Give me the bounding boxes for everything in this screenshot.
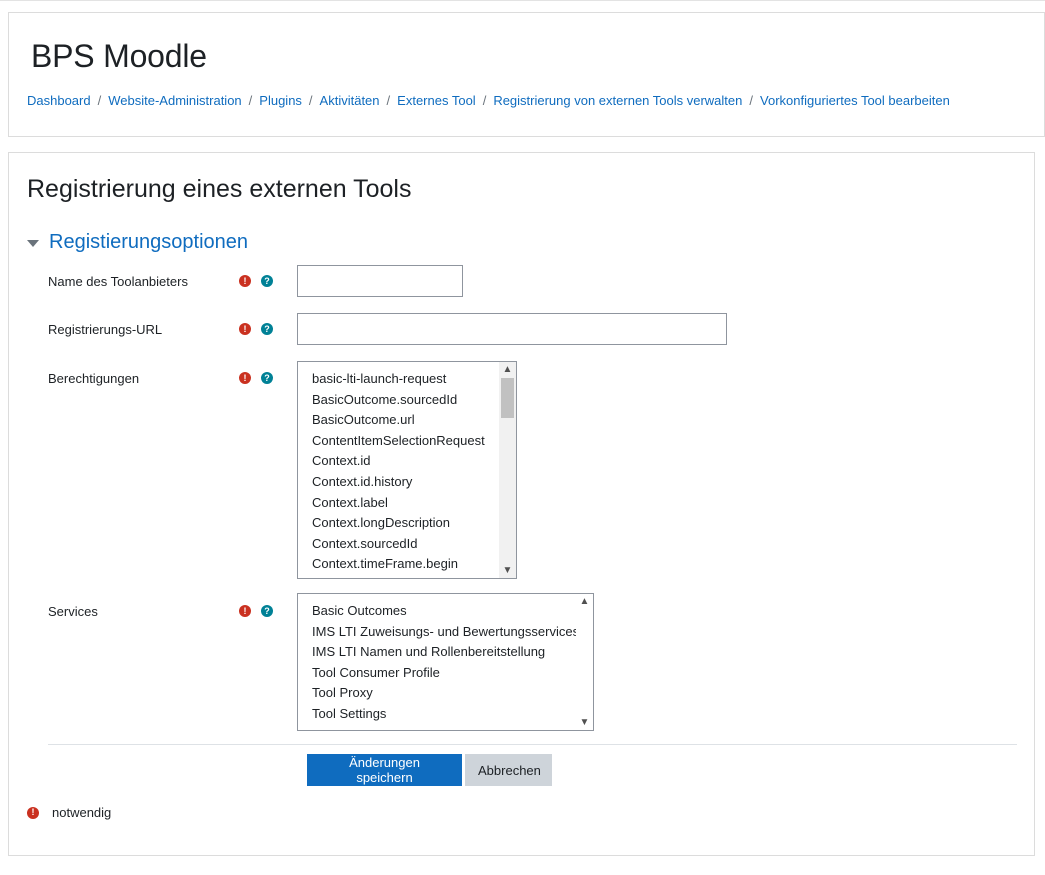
field-icons: ! ? [239,372,273,384]
page-heading: Registrierung eines externen Tools [27,175,412,203]
capabilities-select[interactable]: basic-lti-launch-request BasicOutcome.so… [297,361,517,579]
site-title: BPS Moodle [31,38,207,74]
chevron-down-icon[interactable]: ▼ [579,717,590,728]
list-item[interactable]: Context.longDescription [298,513,516,534]
tool-provider-name-input[interactable] [297,265,463,297]
breadcrumb-manage-tool-registrations[interactable]: Registrierung von externen Tools verwalt… [493,93,742,108]
breadcrumb-separator: / [248,93,253,108]
question-circle-icon[interactable]: ? [261,605,273,617]
chevron-up-icon[interactable]: ▲ [502,364,513,375]
required-legend-text: notwendig [52,805,112,820]
scrollbar[interactable]: ▲ ▼ [576,594,593,730]
breadcrumb-dashboard[interactable]: Dashboard [27,93,91,108]
page-header: BPS Moodle Dashboard / Website-Administr… [8,12,1045,137]
required-legend: ! notwendig [27,805,111,820]
field-label: Services [48,604,98,619]
breadcrumb-activities[interactable]: Aktivitäten [320,93,380,108]
field-icons: ! ? [239,323,273,335]
exclamation-circle-icon: ! [239,605,251,617]
exclamation-circle-icon: ! [27,806,39,819]
field-row-tool-provider-name: Name des Toolanbieters ! ? [48,265,748,297]
registration-url-input[interactable] [297,313,727,345]
breadcrumb-separator: / [482,93,487,108]
breadcrumb-separator: / [308,93,313,108]
question-circle-icon[interactable]: ? [261,372,273,384]
caret-down-icon [27,239,39,247]
services-options: Basic Outcomes IMS LTI Zuweisungs- und B… [298,594,593,725]
list-item[interactable]: IMS LTI Namen und Rollenbereitstellung [298,642,593,663]
exclamation-circle-icon: ! [239,372,251,384]
field-label: Berechtigungen [48,371,140,386]
breadcrumb-separator: / [386,93,391,108]
exclamation-circle-icon: ! [239,275,251,287]
section-toggle-registration-options[interactable]: Registierungsoptionen [27,231,248,254]
main-content: Registrierung eines externen Tools Regis… [8,152,1035,856]
list-item[interactable]: Basic Outcomes [298,601,593,622]
field-row-registration-url: Registrierungs-URL ! ? [48,313,748,345]
breadcrumb-plugins[interactable]: Plugins [259,93,302,108]
services-select[interactable]: Basic Outcomes IMS LTI Zuweisungs- und B… [297,593,594,731]
question-circle-icon[interactable]: ? [261,275,273,287]
list-item[interactable]: Tool Settings [298,704,593,725]
field-label: Registrierungs-URL [48,322,163,337]
list-item[interactable]: Context.timeFrame.begin [298,554,516,575]
list-item[interactable]: Tool Consumer Profile [298,663,593,684]
breadcrumb-separator: / [749,93,754,108]
list-item[interactable]: IMS LTI Zuweisungs- und Bewertungsservic… [298,622,593,643]
cancel-button[interactable]: Abbrechen [465,754,552,786]
save-changes-button[interactable]: Änderungen speichern [307,754,462,786]
list-item[interactable]: ContentItemSelectionRequest [298,431,516,452]
field-row-services: Services ! ? Basic Outcomes IMS LTI Zuwe… [48,593,748,731]
field-label: Name des Toolanbieters [48,274,188,289]
scrollbar[interactable]: ▲ ▼ [499,362,516,578]
chevron-down-icon[interactable]: ▼ [502,565,513,576]
list-item[interactable]: BasicOutcome.sourcedId [298,390,516,411]
field-icons: ! ? [239,605,273,617]
section-title: Registierungsoptionen [49,231,249,253]
list-item[interactable]: basic-lti-launch-request [298,369,516,390]
exclamation-circle-icon: ! [239,323,251,335]
question-circle-icon[interactable]: ? [261,323,273,335]
breadcrumb-separator: / [97,93,102,108]
form-divider [48,744,1017,745]
breadcrumb-external-tool[interactable]: Externes Tool [397,93,476,108]
breadcrumb-edit-preconfigured-tool[interactable]: Vorkonfiguriertes Tool bearbeiten [760,93,950,108]
list-item[interactable]: Context.label [298,493,516,514]
capabilities-options: basic-lti-launch-request BasicOutcome.so… [298,362,516,575]
list-item[interactable]: Context.id [298,451,516,472]
top-border [0,0,1045,1]
scrollbar-thumb[interactable] [501,378,514,418]
field-row-capabilities: Berechtigungen ! ? basic-lti-launch-requ… [48,361,748,579]
field-icons: ! ? [239,275,273,287]
list-item[interactable]: BasicOutcome.url [298,410,516,431]
list-item[interactable]: Context.id.history [298,472,516,493]
list-item[interactable]: Context.sourcedId [298,534,516,555]
breadcrumb-site-administration[interactable]: Website-Administration [108,93,241,108]
list-item[interactable]: Tool Proxy [298,683,593,704]
chevron-up-icon[interactable]: ▲ [579,596,590,607]
breadcrumb: Dashboard / Website-Administration / Plu… [27,93,950,108]
